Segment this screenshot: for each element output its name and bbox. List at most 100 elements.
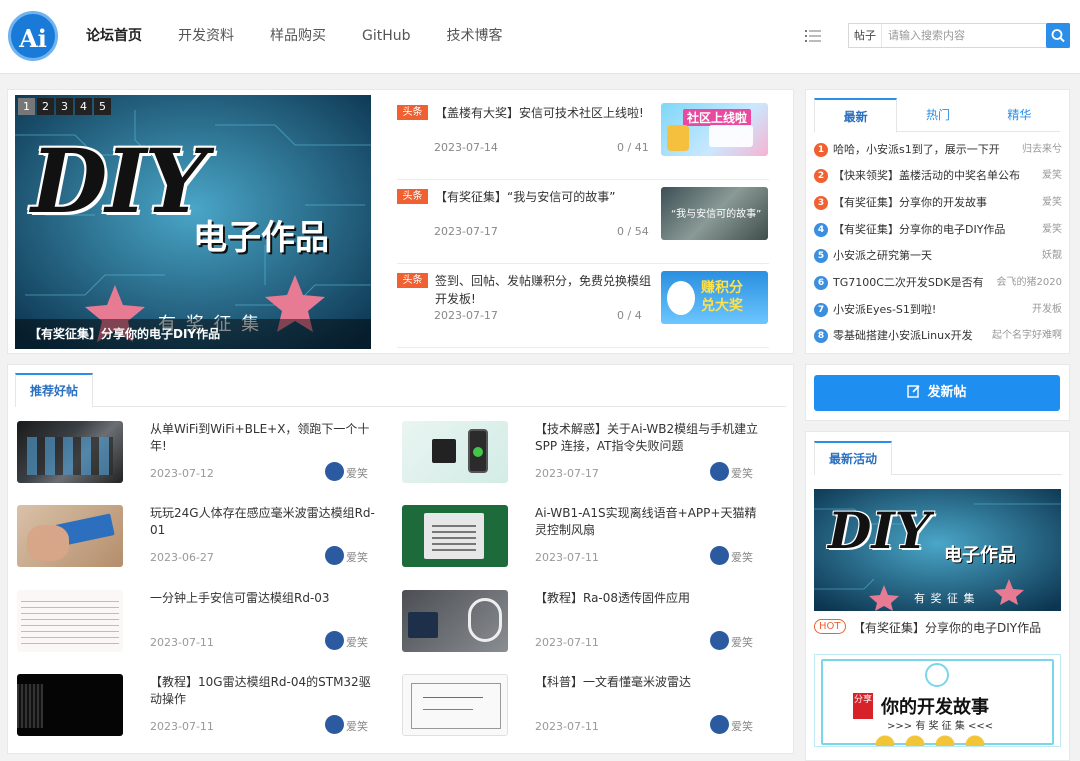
post-author[interactable]: 爱笑	[710, 715, 770, 735]
activity-title[interactable]: 【有奖征集】分享你的电子DIY作品	[853, 619, 1041, 636]
slider-page-1[interactable]: 1	[18, 98, 35, 115]
site-logo[interactable]: Ai	[8, 11, 58, 61]
nav-sample-buy[interactable]: 样品购买	[252, 0, 344, 74]
post-title[interactable]: 玩玩24G人体存在感应毫米波雷达模组Rd-01	[150, 505, 375, 539]
post-author[interactable]: 爱笑	[710, 462, 770, 482]
nav-github[interactable]: GitHub	[344, 0, 429, 74]
headline-item[interactable]: 头条 签到、回帖、发帖赚积分，免费兑换模组开发板! 2023-07-17 0 /…	[397, 264, 769, 348]
post-thumbnail[interactable]	[402, 505, 508, 567]
post-item[interactable]: 从单WiFi到WiFi+BLE+X，领跑下一个十年! 2023-07-12 爱笑	[17, 421, 383, 491]
post-thumbnail[interactable]	[17, 421, 123, 483]
post-item[interactable]: 【技术解惑】关于Ai-WB2模组与手机建立SPP 连接，AT指令失败问题 202…	[402, 421, 768, 491]
slider-page-2[interactable]: 2	[37, 98, 54, 115]
post-author[interactable]: 爱笑	[325, 462, 385, 482]
headline-item[interactable]: 头条 【有奖征集】“我与安信可的故事” 2023-07-17 0 / 54 “我…	[397, 180, 769, 264]
banner-slider[interactable]: DIY 电子作品 有 奖 征 集 1 2 3 4 5 【有奖征集】分享你的电子D…	[15, 95, 371, 349]
list-item-author[interactable]: 归去来兮	[1018, 140, 1062, 160]
tab-activity[interactable]: 最新活动	[814, 441, 892, 475]
list-item-title[interactable]: TG7100C二次开发SDK是否有	[833, 273, 984, 293]
list-item-author[interactable]: 起个名字好难啊	[988, 326, 1062, 346]
avatar[interactable]	[325, 462, 344, 481]
post-thumbnail[interactable]	[17, 674, 123, 736]
author-name[interactable]: 爱笑	[731, 634, 753, 650]
author-name[interactable]: 爱笑	[346, 634, 368, 650]
nav-tech-blog[interactable]: 技术博客	[429, 0, 521, 74]
post-title[interactable]: 【教程】Ra-08透传固件应用	[535, 590, 760, 607]
post-thumbnail[interactable]	[17, 505, 123, 567]
tab-hot[interactable]: 热门	[897, 98, 978, 131]
list-item[interactable]: 1 哈哈，小安派s1到了，展示一下开 归去来兮	[814, 140, 1062, 160]
avatar[interactable]	[325, 631, 344, 650]
list-item-title[interactable]: 【快来领奖】盖楼活动的中奖名单公布	[833, 166, 1020, 186]
activity-banner-2[interactable]: 分享 你的开发故事 >>> 有 奖 征 集 <<<	[814, 654, 1061, 747]
author-name[interactable]: 爱笑	[346, 718, 368, 734]
post-item[interactable]: 【教程】10G雷达模组Rd-04的STM32驱动操作 2023-07-11 爱笑	[17, 674, 383, 744]
post-item[interactable]: 【教程】Ra-08透传固件应用 2023-07-11 爱笑	[402, 590, 768, 660]
activity-banner[interactable]: DIY 电子作品 有 奖 征 集	[814, 489, 1061, 611]
author-name[interactable]: 爱笑	[346, 465, 368, 481]
list-menu-icon[interactable]	[804, 27, 822, 45]
list-item-title[interactable]: 零基础搭建小安派Linux开发	[833, 326, 973, 346]
author-name[interactable]: 爱笑	[731, 465, 753, 481]
avatar[interactable]	[710, 715, 729, 734]
list-item[interactable]: 4 【有奖征集】分享你的电子DIY作品 爱笑	[814, 220, 1062, 240]
slider-caption[interactable]: 【有奖征集】分享你的电子DIY作品	[15, 319, 371, 349]
avatar[interactable]	[325, 546, 344, 565]
headline-title[interactable]: 【盖楼有大奖】安信可技术社区上线啦!	[435, 104, 657, 122]
post-author[interactable]: 爱笑	[710, 631, 770, 651]
list-item[interactable]: 5 小安派之研究第一天 妖靓	[814, 246, 1062, 266]
activity-item[interactable]: HOT 【有奖征集】分享你的电子DIY作品	[814, 618, 1062, 636]
post-thumbnail[interactable]	[17, 590, 123, 652]
post-title[interactable]: 一分钟上手安信可雷达模组Rd-03	[150, 590, 375, 607]
headline-item[interactable]: 头条 【盖楼有大奖】安信可技术社区上线啦! 2023-07-14 0 / 41 …	[397, 96, 769, 180]
tab-latest[interactable]: 最新	[814, 98, 898, 133]
post-title[interactable]: 【科普】一文看懂毫米波雷达	[535, 674, 760, 691]
post-thumbnail[interactable]	[402, 674, 508, 736]
list-item[interactable]: 2 【快来领奖】盖楼活动的中奖名单公布 爱笑	[814, 166, 1062, 186]
headline-title[interactable]: 签到、回帖、发帖赚积分，免费兑换模组开发板!	[435, 272, 657, 308]
tab-featured[interactable]: 精华	[979, 98, 1060, 131]
list-item-title[interactable]: 小安派Eyes-S1到啦!	[833, 300, 936, 320]
post-author[interactable]: 爱笑	[325, 715, 385, 735]
search-type-select[interactable]: 帖子	[849, 24, 882, 47]
post-author[interactable]: 爱笑	[325, 631, 385, 651]
list-item-title[interactable]: 哈哈，小安派s1到了，展示一下开	[833, 140, 1000, 160]
list-item-author[interactable]: 会飞的猪2020	[992, 273, 1062, 293]
post-title[interactable]: Ai-WB1-A1S实现离线语音+APP+天猫精灵控制风扇	[535, 505, 760, 539]
list-item-title[interactable]: 【有奖征集】分享你的开发故事	[833, 193, 987, 213]
post-thumbnail[interactable]	[402, 421, 508, 483]
post-title[interactable]: 【教程】10G雷达模组Rd-04的STM32驱动操作	[150, 674, 375, 708]
nav-home[interactable]: 论坛首页	[68, 0, 160, 74]
headline-thumbnail[interactable]: “我与安信可的故事”	[661, 187, 768, 240]
list-item-author[interactable]: 妖靓	[1038, 246, 1062, 266]
avatar[interactable]	[325, 715, 344, 734]
slider-page-3[interactable]: 3	[56, 98, 73, 115]
list-item[interactable]: 3 【有奖征集】分享你的开发故事 爱笑	[814, 193, 1062, 213]
search-input[interactable]	[883, 24, 1045, 47]
nav-dev-docs[interactable]: 开发资料	[160, 0, 252, 74]
list-item-author[interactable]: 开发板	[1028, 300, 1062, 320]
list-item-author[interactable]: 爱笑	[1038, 193, 1062, 213]
tab-recommend[interactable]: 推荐好帖	[15, 373, 93, 407]
list-item-author[interactable]: 爱笑	[1038, 220, 1062, 240]
list-item-author[interactable]: 爱笑	[1038, 166, 1062, 186]
list-item[interactable]: 8 零基础搭建小安派Linux开发 起个名字好难啊	[814, 326, 1062, 346]
author-name[interactable]: 爱笑	[346, 549, 368, 565]
headline-thumbnail[interactable]: 赚积分 兑大奖	[661, 271, 768, 324]
post-author[interactable]: 爱笑	[710, 546, 770, 566]
search-button[interactable]	[1046, 23, 1070, 48]
slider-page-4[interactable]: 4	[75, 98, 92, 115]
new-post-button[interactable]: 发新帖	[814, 375, 1060, 411]
avatar[interactable]	[710, 546, 729, 565]
headline-title[interactable]: 【有奖征集】“我与安信可的故事”	[435, 188, 657, 206]
post-item[interactable]: Ai-WB1-A1S实现离线语音+APP+天猫精灵控制风扇 2023-07-11…	[402, 505, 768, 575]
avatar[interactable]	[710, 631, 729, 650]
slider-page-5[interactable]: 5	[94, 98, 111, 115]
headline-thumbnail[interactable]: 社区上线啦	[661, 103, 768, 156]
post-title[interactable]: 【技术解惑】关于Ai-WB2模组与手机建立SPP 连接，AT指令失败问题	[535, 421, 760, 455]
post-item[interactable]: 一分钟上手安信可雷达模组Rd-03 2023-07-11 爱笑	[17, 590, 383, 660]
author-name[interactable]: 爱笑	[731, 718, 753, 734]
list-item-title[interactable]: 小安派之研究第一天	[833, 246, 932, 266]
list-item[interactable]: 7 小安派Eyes-S1到啦! 开发板	[814, 300, 1062, 320]
post-item[interactable]: 玩玩24G人体存在感应毫米波雷达模组Rd-01 2023-06-27 爱笑	[17, 505, 383, 575]
